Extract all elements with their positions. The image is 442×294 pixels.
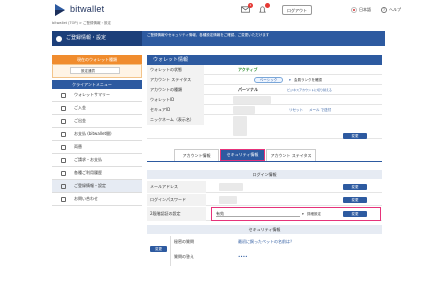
member-rank-link[interactable]: 会員ランクを確認 (294, 75, 322, 85)
sidebar-item-label: お支払 (bitwallet間) (74, 131, 112, 136)
invoice-icon (61, 158, 66, 163)
sidebar-item-label: ご出金 (74, 118, 86, 123)
payment-icon (61, 132, 66, 137)
sidebar-item-label: お問い合わせ (74, 196, 98, 201)
sidebar-item[interactable]: 各種ご利用履歴 (52, 167, 142, 180)
sidebar-item[interactable]: ご請求・お支払 (52, 154, 142, 167)
send-email-link[interactable]: メール で送付 (309, 105, 331, 115)
sidebar-item[interactable]: お問い合わせ (52, 193, 142, 206)
wallet-icon (61, 93, 66, 98)
account-status-row: アカウント ステイタス ベーシック ▾ 会員ランクを確認 (147, 75, 382, 85)
top-bar: bitwallet 1 ログアウト 日本語 ? ヘルプ (0, 0, 442, 20)
bitwallet-logo-icon[interactable] (52, 2, 68, 18)
account-type-row: アカウントの種類 パーソナル ビジネスアカウントに切り替える (147, 85, 382, 95)
deposit-icon (61, 106, 66, 111)
sidebar-item-label: ウォレットサマリー (74, 92, 110, 97)
change-email-button[interactable]: 変更 (343, 184, 367, 190)
logout-button[interactable]: ログアウト (282, 5, 312, 15)
settings-icon (61, 184, 66, 189)
row-label: ウォレットID (147, 95, 204, 105)
sidebar-item[interactable]: お支払 (bitwallet間) (52, 128, 142, 141)
sidebar-item-label: 両替 (74, 144, 82, 149)
wallet-info-heading: ウォレット情報 (147, 55, 382, 65)
client-menu-heading: クライアントメニュー (52, 80, 142, 89)
wallet-id-redacted (233, 96, 271, 104)
row-label: ウォレットの状態 (147, 65, 204, 75)
row-label: ログインパスワード (147, 194, 206, 206)
highlight-box (211, 207, 381, 221)
row-label: 2段階認証の設定 (147, 207, 206, 221)
email-redacted (219, 183, 243, 191)
settings-icon (56, 36, 62, 42)
nickname-row: ニックネーム（表示名） 変更 (147, 115, 382, 139)
row-label: アカウント ステイタス (147, 75, 204, 85)
password-row: ログインパスワード 変更 (147, 194, 382, 206)
email-row: メールアドレス 変更 (147, 181, 382, 193)
change-password-button[interactable]: 変更 (343, 197, 367, 203)
breadcrumb[interactable]: bitwallet (TOP) > ご登録情報・設定 (52, 21, 111, 26)
security-info-heading: セキュリティ情報 (147, 225, 382, 234)
help-icon[interactable]: ? (381, 7, 387, 13)
wallet-currency-select[interactable]: 設定通貨 (70, 67, 120, 74)
sidebar-item-label: ご登録情報・設定 (74, 183, 106, 188)
mail-badge: 1 (248, 3, 253, 8)
exchange-icon (61, 145, 66, 150)
contact-icon (61, 197, 66, 202)
secret-answer-value: •••• (238, 254, 248, 259)
tab-underline (147, 161, 382, 162)
page-title: ご登録情報・設定 (52, 31, 142, 46)
sidebar-item-label: 各種ご利用履歴 (74, 170, 102, 175)
sidebar-item-label: ご入金 (74, 105, 86, 110)
wallet-id-row: ウォレットID (147, 95, 382, 105)
page-description: ご登録情報やセキュリティ情報、各種設定情報をご確認、ご変更いただけます (147, 33, 270, 37)
switch-business-link[interactable]: ビジネスアカウントに切り替える (287, 85, 332, 95)
account-type-value: パーソナル (238, 87, 258, 92)
reset-link[interactable]: リセット (289, 105, 303, 115)
account-status-pill: ベーシック (254, 77, 283, 83)
secret-question-label: 秘密の質問 (174, 239, 194, 244)
change-security-button[interactable]: 変更 (150, 246, 167, 252)
wallet-status-row: ウォレットの状態 アクティブ (147, 65, 382, 75)
secret-question-value: 最初に飼ったペットの名前は？ (238, 239, 294, 244)
history-icon (61, 171, 66, 176)
sidebar-item[interactable]: ご登録情報・設定 (52, 180, 142, 193)
chevron-down-icon: ▾ (289, 78, 291, 82)
row-label: セキュアID (147, 105, 204, 115)
brand-name[interactable]: bitwallet (70, 4, 104, 14)
wallet-status-value: アクティブ (238, 67, 258, 72)
row-label: アカウントの種類 (147, 85, 204, 95)
change-nickname-button[interactable]: 変更 (343, 133, 367, 139)
secure-id-redacted (233, 106, 255, 114)
tab-account-status[interactable]: アカウント ステイタス (266, 149, 316, 161)
password-redacted (219, 196, 237, 204)
secret-answer-label: 質問の答え (174, 254, 194, 259)
sidebar-item[interactable]: ご入金 (52, 102, 142, 115)
row-label: メールアドレス (147, 181, 206, 193)
withdraw-icon (61, 119, 66, 124)
row-label: ニックネーム（表示名） (147, 115, 204, 125)
login-info-heading: ログイン情報 (147, 170, 382, 179)
notification-badge (265, 3, 270, 8)
sidebar-item[interactable]: ご出金 (52, 115, 142, 128)
nickname-redacted (233, 116, 247, 136)
help-link[interactable]: ヘルプ (389, 5, 401, 15)
tab-account-info[interactable]: アカウント情報 (174, 149, 219, 161)
wallet-type-heading: 現在のウォレット種類 (52, 55, 142, 64)
sidebar-item-label: ご請求・お支払 (74, 157, 102, 162)
japan-flag-icon[interactable] (351, 7, 357, 13)
secure-id-row: セキュアID リセット メール で送付 (147, 105, 382, 115)
language-selector[interactable]: 日本語 (359, 5, 371, 15)
sidebar-item[interactable]: 両替 (52, 141, 142, 154)
tab-security-info[interactable]: セキュリティ情報 (220, 149, 265, 161)
sidebar-item[interactable]: ウォレットサマリー (52, 89, 142, 102)
